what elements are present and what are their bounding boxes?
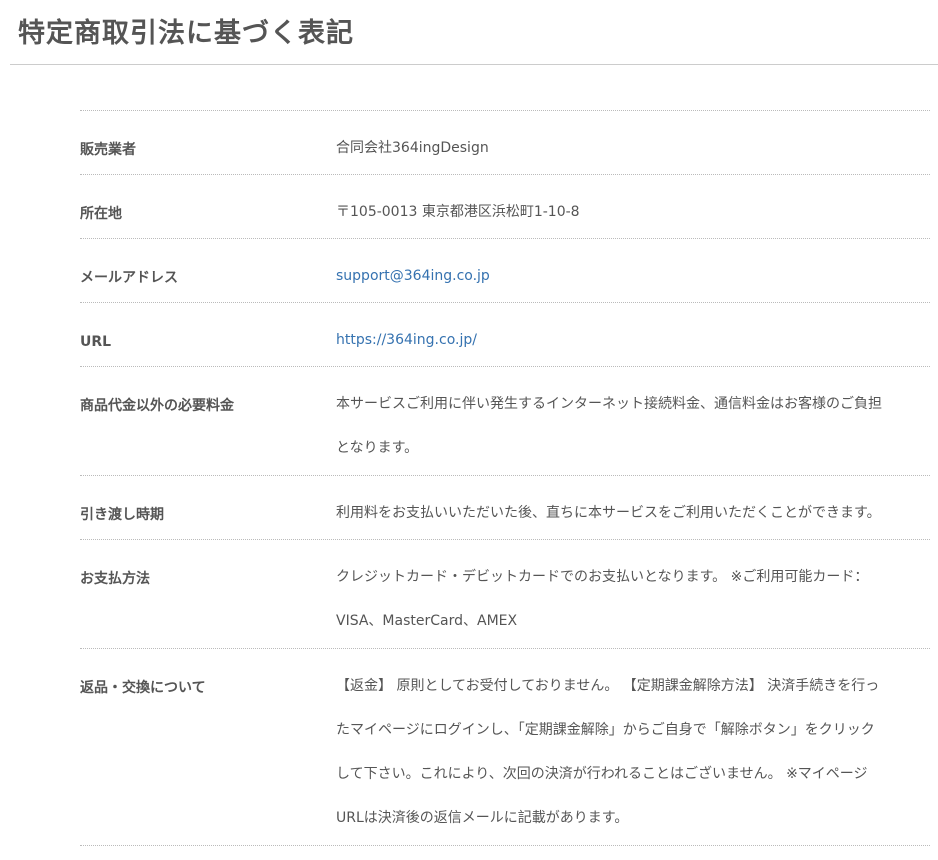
row-label-url: URL [80,334,112,350]
text-line: となります。 [336,440,419,456]
text-line: VISA、MasterCard、AMEX [336,613,518,629]
row-label-payment-method: お支払方法 [80,571,150,587]
table-row-additional-fees: 商品代金以外の必要料金 本サービスご利用に伴い発生するインターネット接続料金、通… [80,367,930,476]
text-line: たマイページにログインし、「定期課金解除」からご自身で「解除ボタン」をクリック [336,722,875,738]
website-link[interactable]: https://364ing.co.jp/ [336,332,477,348]
text-line: 本サービスご利用に伴い発生するインターネット接続料金、通信料金はお客様のご負担 [336,396,882,412]
row-value-payment-method: クレジットカード・デビットカードでのお支払いとなります。 ※ご利用可能カード： … [336,540,930,648]
row-label-seller: 販売業者 [80,142,136,158]
text-line: URLは決済後の返信メールに記載があります。 [336,810,629,826]
table-row-delivery-time: 引き渡し時期 利用料をお支払いいただいた後、直ちに本サービスをご利用いただくこと… [80,476,930,540]
row-label-additional-fees: 商品代金以外の必要料金 [80,398,234,414]
page-title: 特定商取引法に基づく表記 [18,18,354,49]
row-value-returns: 【返金】 原則としてお受付しておりません。 【定期課金解除方法】 決済手続きを行… [336,649,930,845]
table-row-returns: 返品・交換について 【返金】 原則としてお受付しておりません。 【定期課金解除方… [80,649,930,846]
row-value-address: 〒105-0013 東京都港区浜松町1-10-8 [336,204,580,220]
table-row-address: 所在地 〒105-0013 東京都港区浜松町1-10-8 [80,175,930,239]
legal-info-table: 販売業者 合同会社364ingDesign 所在地 〒105-0013 東京都港… [80,110,930,846]
table-row-url: URL https://364ing.co.jp/ [80,303,930,367]
text-line: 【返金】 原則としてお受付しておりません。 【定期課金解除方法】 決済手続きを行… [336,678,880,694]
row-label-delivery-time: 引き渡し時期 [80,507,164,523]
row-value-delivery-time: 利用料をお支払いいただいた後、直ちに本サービスをご利用いただくことができます。 [336,505,881,521]
table-row-seller: 販売業者 合同会社364ingDesign [80,111,930,175]
row-label-address: 所在地 [80,206,122,222]
page-header: 特定商取引法に基づく表記 [10,0,938,65]
row-value-url: https://364ing.co.jp/ [336,303,930,366]
row-value-email: support@364ing.co.jp [336,239,930,302]
table-row-email: メールアドレス support@364ing.co.jp [80,239,930,303]
email-link[interactable]: support@364ing.co.jp [336,268,490,284]
row-label-returns: 返品・交換について [80,680,206,696]
row-value-seller: 合同会社364ingDesign [336,140,489,156]
text-line: して下さい。これにより、次回の決済が行われることはございません。 ※マイページ [336,766,868,782]
table-row-payment-method: お支払方法 クレジットカード・デビットカードでのお支払いとなります。 ※ご利用可… [80,540,930,649]
row-label-email: メールアドレス [80,270,178,286]
text-line: クレジットカード・デビットカードでのお支払いとなります。 ※ご利用可能カード： [336,569,869,585]
row-value-additional-fees: 本サービスご利用に伴い発生するインターネット接続料金、通信料金はお客様のご負担 … [336,367,930,475]
